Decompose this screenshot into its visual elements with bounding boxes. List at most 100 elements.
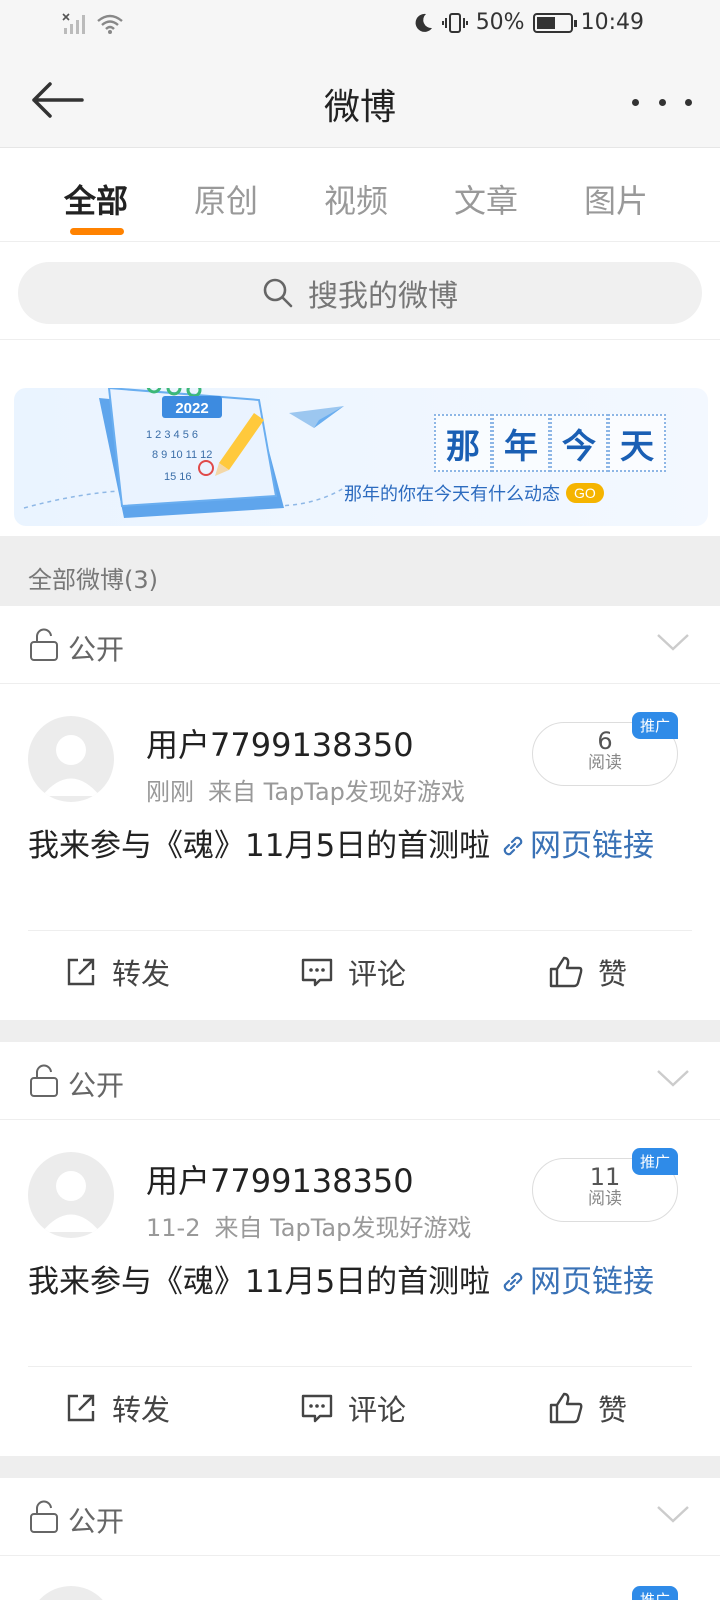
username[interactable]: 用户7799138350 — [146, 1156, 414, 1202]
privacy-label: 公开 — [68, 1069, 125, 1102]
comment-button[interactable]: 评论 — [300, 951, 406, 993]
web-link[interactable]: 网页链接 — [500, 828, 654, 864]
status-right: 50% 10:49 — [412, 10, 644, 35]
username[interactable]: 用户7799138350 — [146, 720, 414, 766]
post-text: 我来参与《魂》11月5日的首测啦 网页链接 — [28, 1260, 692, 1305]
svg-text:15 16: 15 16 — [164, 471, 192, 483]
thumbs-up-icon — [549, 1392, 583, 1424]
search-placeholder: 搜我的微博 — [308, 279, 458, 314]
more-button[interactable] — [632, 82, 692, 122]
search-section: 搜我的微博 — [0, 242, 720, 340]
read-label: 阅读 — [588, 1189, 622, 1209]
post-time: 刚刚 — [146, 778, 194, 806]
like-button[interactable]: 赞 — [548, 951, 627, 993]
tab-image[interactable]: 图片 — [566, 176, 666, 222]
post-text: 我来参与《魂》11月5日的首测啦 网页链接 — [28, 824, 692, 869]
calendar-year: 2022 — [175, 400, 208, 417]
moon-icon — [415, 13, 432, 32]
card-divider — [0, 1020, 720, 1042]
tab-original[interactable]: 原创 — [176, 176, 276, 222]
tab-bar: 全部 原创 视频 文章 图片 — [0, 148, 720, 242]
tab-article[interactable]: 文章 — [436, 176, 536, 222]
avatar[interactable] — [28, 716, 114, 802]
banner-subtitle-row: 那年的你在今天有什么动态 GO — [344, 480, 604, 506]
clock: 10:49 — [580, 10, 644, 35]
web-link-label: 网页链接 — [530, 1264, 655, 1300]
search-icon — [263, 278, 293, 308]
post-card: 公开 推广 — [0, 1478, 720, 1600]
like-button[interactable]: 赞 — [548, 1387, 627, 1429]
repost-button[interactable]: 转发 — [64, 951, 170, 993]
post-card: 公开 用户7799138350 刚刚 来自 TapTap发现好游戏 6 阅读 推广… — [0, 606, 720, 1020]
unlock-icon — [30, 1064, 58, 1097]
banner-char: 天 — [608, 414, 666, 472]
banner-char: 那 — [434, 414, 492, 472]
battery-icon — [532, 12, 577, 33]
repost-label: 转发 — [112, 1393, 171, 1427]
banner-char: 今 — [550, 414, 608, 472]
page-title: 微博 — [323, 87, 396, 128]
post-meta: 11-2 来自 TapTap发现好游戏 — [146, 1208, 471, 1243]
banner-title: 那 年 今 天 — [434, 414, 666, 472]
svg-text:8 9 10 11 12: 8 9 10 11 12 — [152, 449, 212, 461]
like-label: 赞 — [598, 1393, 628, 1427]
web-link-label: 网页链接 — [530, 828, 655, 864]
privacy-row[interactable]: 公开 — [0, 606, 720, 684]
tab-video[interactable]: 视频 — [306, 176, 406, 222]
repost-button[interactable]: 转发 — [64, 1387, 170, 1429]
wifi-icon — [97, 14, 123, 34]
share-icon — [67, 1394, 95, 1422]
share-icon — [67, 958, 95, 986]
post-time: 11-2 — [146, 1214, 201, 1242]
svg-text:1 2 3 4 5 6: 1 2 3 4 5 6 — [146, 429, 198, 441]
action-row: 转发 评论 赞 — [28, 1366, 692, 1446]
vibrate-icon — [441, 12, 468, 33]
read-label: 阅读 — [588, 753, 622, 773]
promo-badge[interactable]: 推广 — [631, 1148, 678, 1175]
go-badge[interactable]: GO — [566, 483, 604, 503]
comment-label: 评论 — [348, 1393, 407, 1427]
section-header: 全部微博(3) — [0, 536, 720, 606]
unlock-icon — [30, 1500, 58, 1533]
comment-button[interactable]: 评论 — [300, 1387, 406, 1429]
thumbs-up-icon — [549, 956, 583, 988]
default-avatar-icon — [42, 735, 100, 796]
section-title: 全部微博(3) — [28, 566, 158, 594]
promo-badge[interactable]: 推广 — [631, 712, 678, 739]
privacy-row[interactable]: 公开 — [0, 1042, 720, 1120]
post-body: 我来参与《魂》11月5日的首测啦 — [28, 828, 501, 864]
avatar[interactable] — [28, 1586, 114, 1600]
action-row: 转发 评论 赞 — [28, 930, 692, 1010]
banner-char: 年 — [492, 414, 550, 472]
chevron-down-icon[interactable] — [656, 632, 690, 652]
banner-subtitle: 那年的你在今天有什么动态 — [344, 484, 560, 505]
banner-area: 2022 1 2 3 4 5 6 8 9 10 11 12 15 16 那 年 … — [0, 340, 720, 536]
on-this-day-banner[interactable]: 2022 1 2 3 4 5 6 8 9 10 11 12 15 16 那 年 … — [14, 388, 708, 526]
chevron-down-icon[interactable] — [656, 1068, 690, 1088]
avatar[interactable] — [28, 1152, 114, 1238]
status-left — [62, 12, 124, 36]
post-source[interactable]: 来自 TapTap发现好游戏 — [214, 1214, 471, 1242]
tab-active-indicator — [70, 228, 124, 235]
post-source[interactable]: 来自 TapTap发现好游戏 — [208, 778, 465, 806]
comment-icon — [301, 958, 333, 987]
search-input[interactable]: 搜我的微博 — [18, 262, 702, 324]
more-dots-icon — [632, 98, 639, 106]
privacy-label: 公开 — [68, 633, 125, 666]
web-link[interactable]: 网页链接 — [500, 1264, 654, 1300]
link-icon — [503, 836, 523, 856]
no-sim-signal-icon — [62, 13, 85, 34]
chevron-down-icon[interactable] — [656, 1504, 690, 1524]
card-divider — [0, 1456, 720, 1478]
calendar-pencil-illustration: 2022 1 2 3 4 5 6 8 9 10 11 12 15 16 — [23, 388, 344, 518]
privacy-label: 公开 — [68, 1505, 125, 1538]
post-meta: 刚刚 来自 TapTap发现好游戏 — [146, 772, 465, 807]
comment-icon — [301, 1394, 333, 1423]
like-label: 赞 — [598, 957, 628, 991]
status-bar: 50% 10:49 — [0, 0, 720, 52]
comment-label: 评论 — [348, 957, 407, 991]
tab-all[interactable]: 全部 — [46, 176, 146, 222]
unlock-icon — [30, 628, 58, 661]
promo-badge[interactable]: 推广 — [631, 1586, 678, 1600]
privacy-row[interactable]: 公开 — [0, 1478, 720, 1556]
